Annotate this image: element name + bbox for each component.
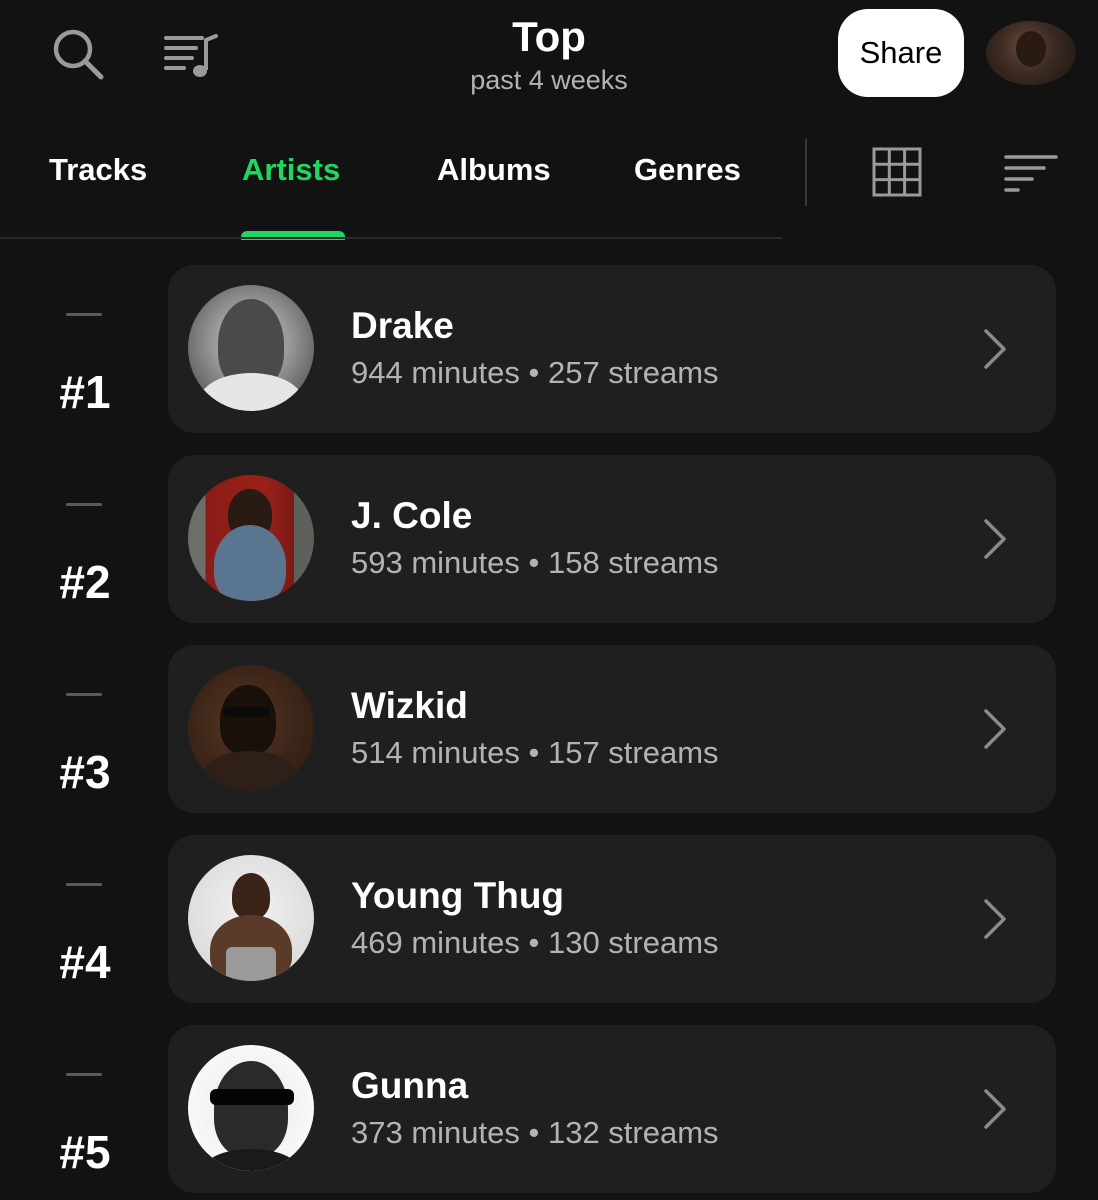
artist-image [188,285,314,411]
search-icon[interactable] [48,24,108,84]
rank-number: #2 [59,556,111,608]
artist-stats: 593 minutes • 158 streams [351,545,719,580]
artist-stats: 944 minutes • 257 streams [351,355,719,390]
rank-change-indicator [66,693,102,696]
artist-row[interactable]: Gunna 373 minutes • 132 streams [168,1025,1056,1193]
rank-number: #5 [59,1126,111,1178]
artist-stats: 514 minutes • 157 streams [351,735,719,770]
tab-genres[interactable]: Genres [634,150,741,190]
chevron-right-icon [984,1089,1006,1129]
rank-change-indicator [66,1073,102,1076]
artist-name: Wizkid [351,685,468,726]
grid-view-icon[interactable] [872,147,922,197]
artist-name: Young Thug [351,875,565,916]
artist-row[interactable]: Wizkid 514 minutes • 157 streams [168,645,1056,813]
artist-row[interactable]: Drake 944 minutes • 257 streams [168,265,1056,433]
artist-stats: 469 minutes • 130 streams [351,925,719,960]
page-title: Top [512,13,586,60]
rank-number: #4 [59,936,111,988]
sort-icon[interactable] [1004,153,1058,193]
artist-stats: 373 minutes • 132 streams [351,1115,719,1150]
chevron-right-icon [984,519,1006,559]
time-range-subtitle[interactable]: past 4 weeks [349,64,749,96]
share-button[interactable]: Share [838,9,964,97]
top-artists-screen: Top past 4 weeks Share Tracks Artists Al… [0,0,1098,1200]
avatar[interactable] [986,21,1076,85]
rank-change-indicator [66,883,102,886]
chevron-right-icon [984,709,1006,749]
artist-image [188,1045,314,1171]
artist-image [188,475,314,601]
rank-change-indicator [66,313,102,316]
rank-number: #3 [59,746,111,798]
queue-icon[interactable] [160,26,222,84]
avatar-figure [1016,31,1046,67]
artist-name: J. Cole [351,495,473,536]
tab-artists[interactable]: Artists [242,150,340,190]
artist-name: Drake [351,305,454,346]
chevron-right-icon [984,899,1006,939]
artist-image [188,855,314,981]
chevron-right-icon [984,329,1006,369]
artist-name: Gunna [351,1065,469,1106]
artist-image [188,665,314,791]
toolbar-divider [805,139,807,206]
tab-tracks[interactable]: Tracks [49,150,147,190]
rank-number: #1 [59,366,111,418]
tab-albums[interactable]: Albums [437,150,551,190]
artist-row[interactable]: Young Thug 469 minutes • 130 streams [168,835,1056,1003]
artist-row[interactable]: J. Cole 593 minutes • 158 streams [168,455,1056,623]
header-title-block: Top past 4 weeks [349,10,749,96]
rank-change-indicator [66,503,102,506]
tabs-divider [0,237,782,239]
